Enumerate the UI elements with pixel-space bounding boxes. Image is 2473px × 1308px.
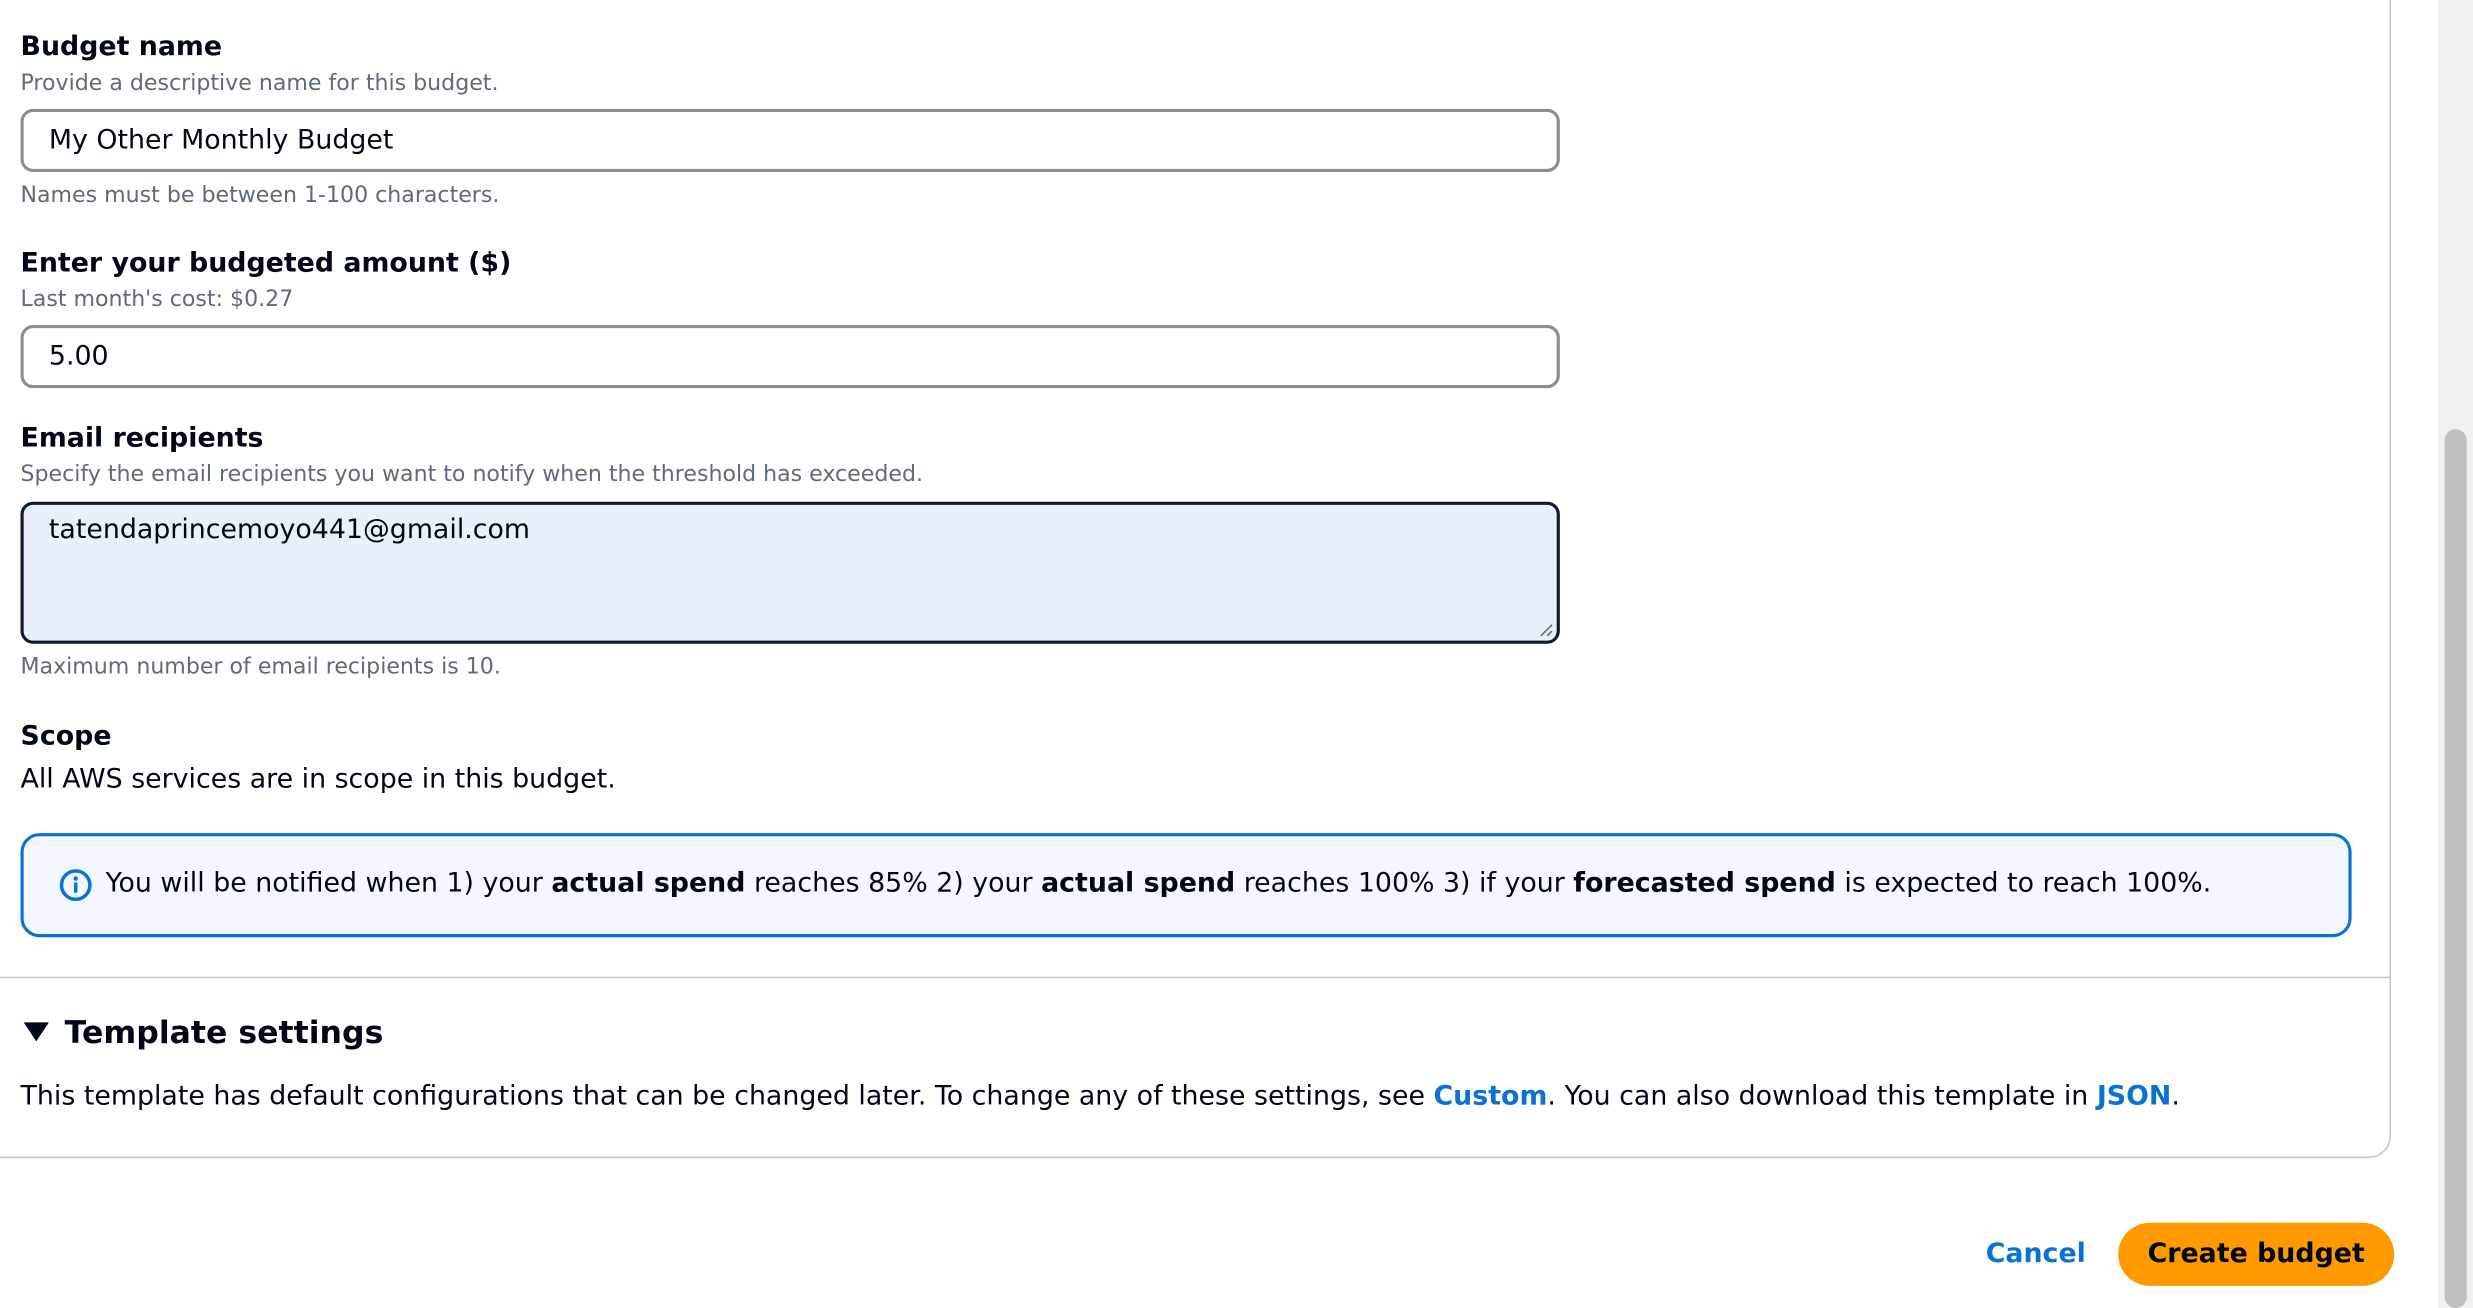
create-budget-button[interactable]: Create budget [2118,1222,2395,1286]
scrollbar-thumb[interactable] [2444,429,2467,1308]
caret-down-icon [23,1022,49,1042]
email-recipients-constraint: Maximum number of email recipients is 10… [20,654,501,681]
template-settings-title: Template settings [64,1012,384,1051]
create-budget-page: Budget name Provide a descriptive name f… [0,0,2473,1308]
scope-label: Scope [20,721,112,753]
actual-spend-term: actual spend [551,867,746,900]
notification-info-alert: You will be notified when 1) your actual… [20,833,2352,938]
custom-link[interactable]: Custom [1434,1081,1548,1113]
section-divider [0,976,2392,979]
forecasted-spend-term: forecasted spend [1573,867,1836,900]
email-recipients-value: tatendaprincemoyo441@gmail.com [48,514,531,546]
template-settings-expander[interactable]: Template settings [21,1012,384,1051]
scope-text: All AWS services are in scope in this bu… [20,763,616,796]
email-recipients-description: Specify the email recipients you want to… [20,462,924,488]
json-download-link[interactable]: JSON [2097,1081,2172,1113]
budget-amount-input[interactable]: 5.00 [20,325,1560,389]
cancel-button[interactable]: Cancel [1970,1223,2102,1286]
template-settings-text: This template has default configurations… [20,1080,2180,1113]
budget-name-input[interactable]: My Other Monthly Budget [20,108,1560,172]
info-icon [59,869,92,902]
budget-name-constraint: Names must be between 1-100 characters. [20,183,500,209]
budget-amount-value: 5.00 [48,340,109,373]
resize-handle-icon[interactable] [1538,622,1554,638]
budget-amount-label: Enter your budgeted amount ($) [20,247,512,280]
budget-name-description: Provide a descriptive name for this budg… [20,71,499,97]
email-recipients-textarea[interactable]: tatendaprincemoyo441@gmail.com [20,501,1560,644]
email-recipients-label: Email recipients [20,422,264,455]
actual-spend-term: actual spend [1041,867,1236,900]
budget-name-label: Budget name [20,31,223,64]
alert-message: You will be notified when 1) your actual… [105,867,2212,900]
last-month-cost: Last month's cost: $0.27 [20,287,294,313]
budget-name-value: My Other Monthly Budget [48,124,394,157]
